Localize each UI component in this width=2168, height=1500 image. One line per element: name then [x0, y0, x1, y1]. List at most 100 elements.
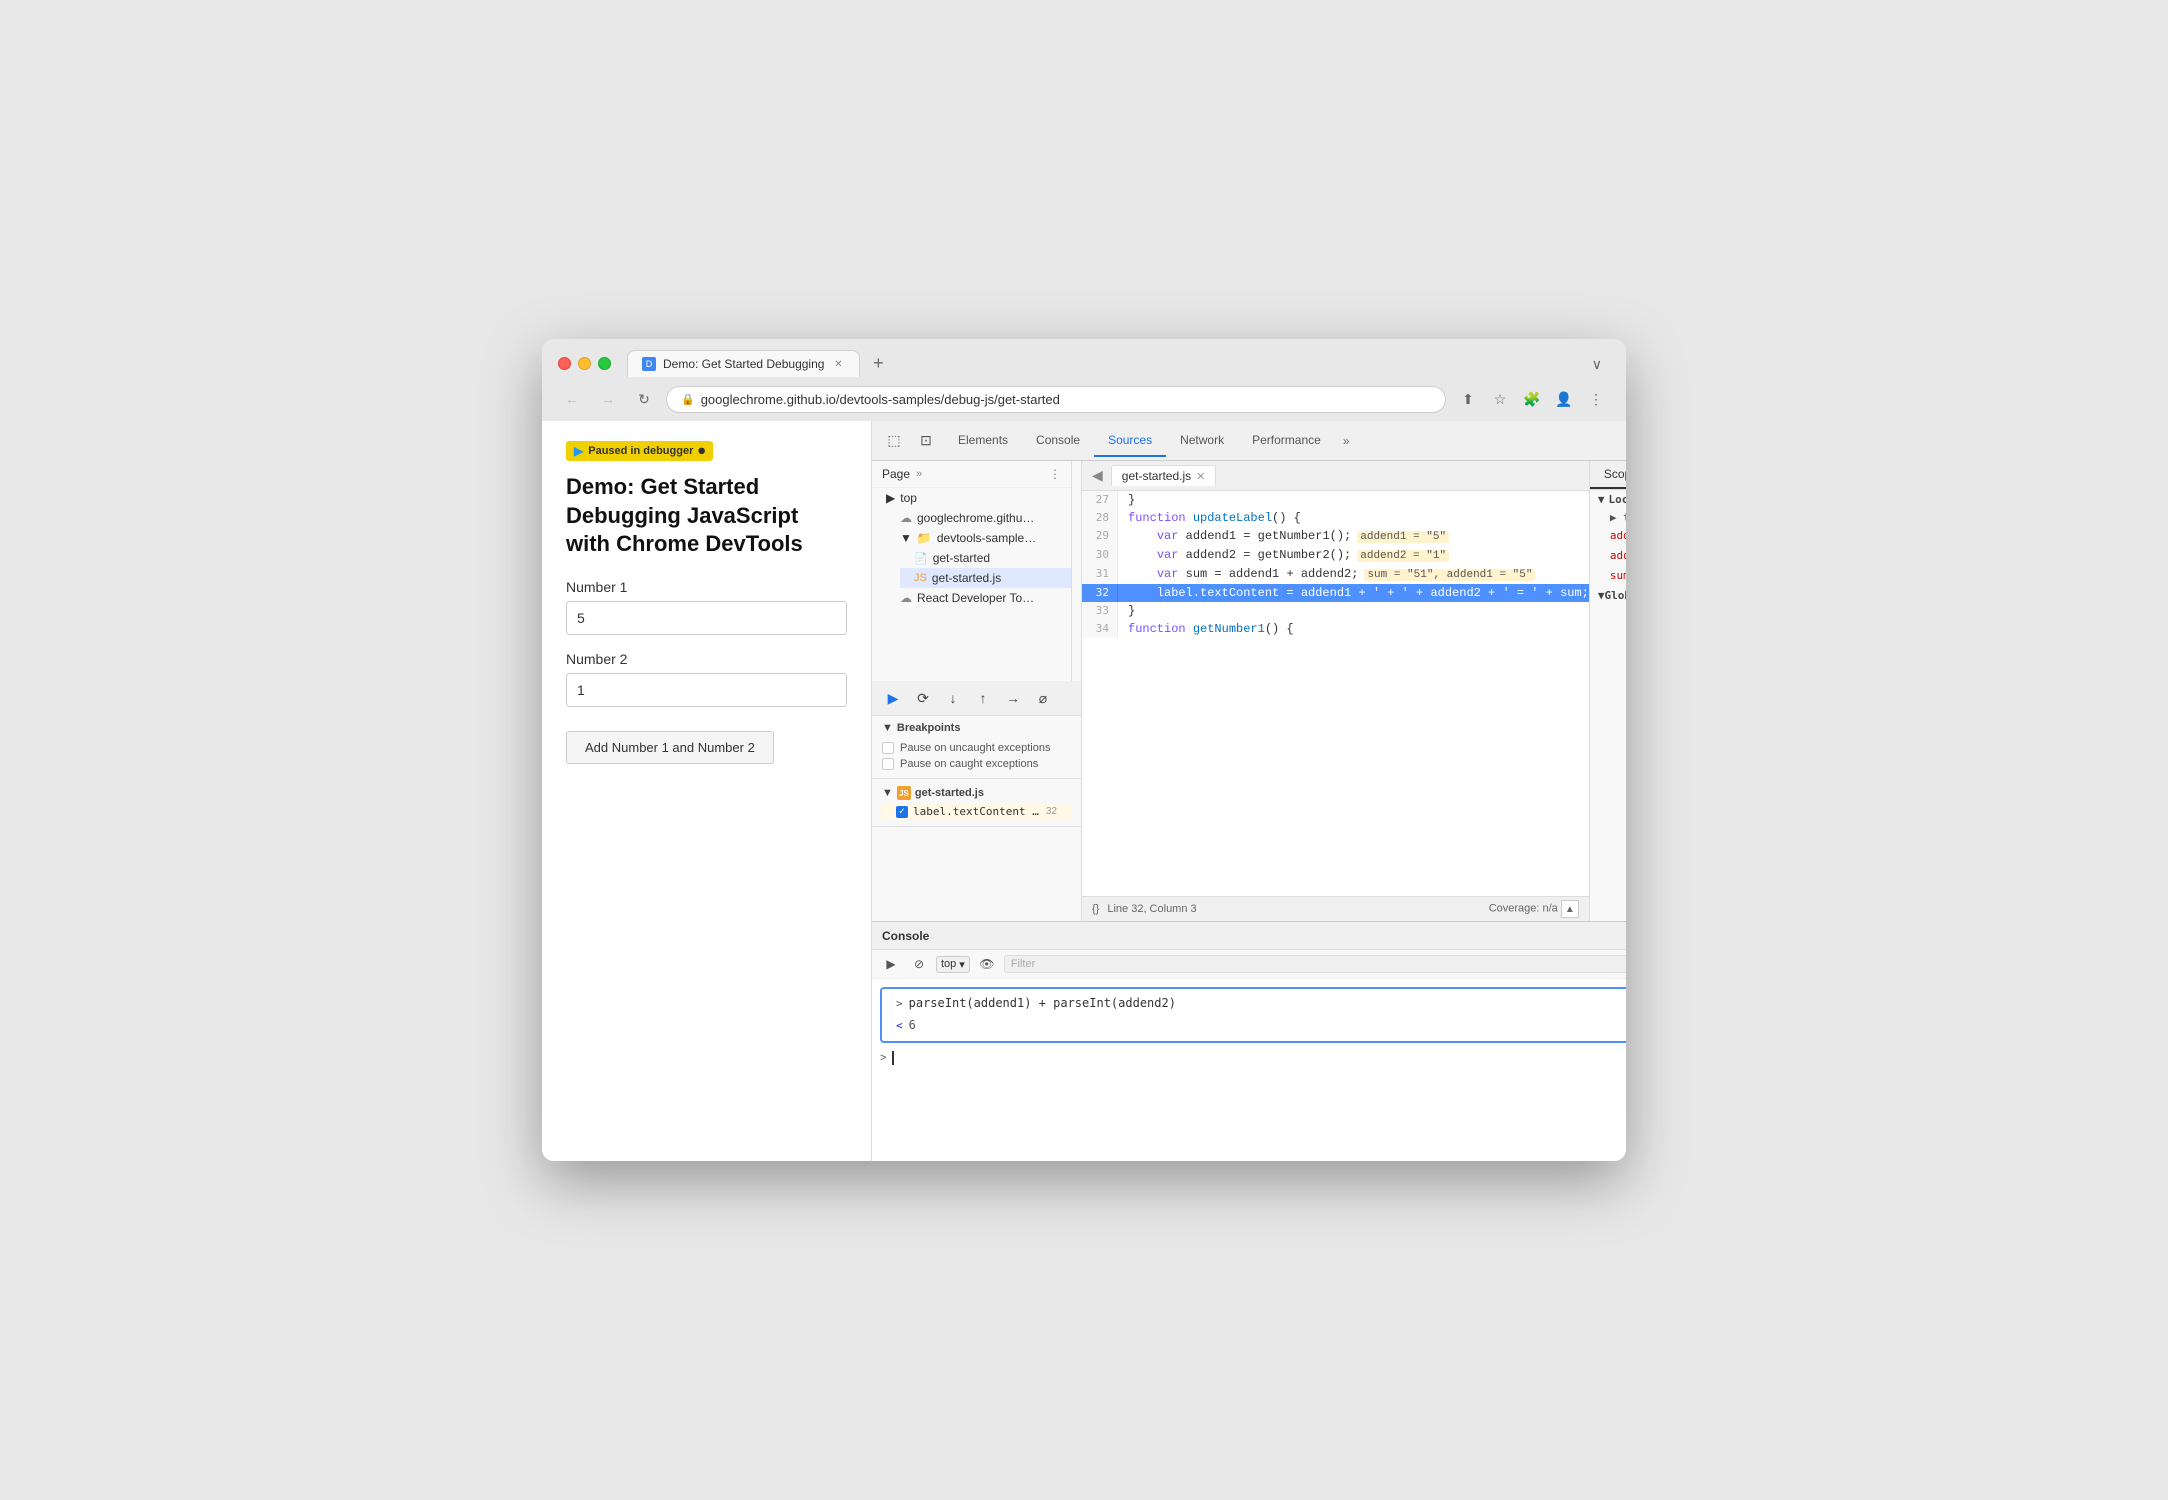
- console-input-line[interactable]: >: [872, 1047, 1626, 1069]
- fbp-header[interactable]: ▼ JS get-started.js: [882, 783, 1071, 803]
- back-button[interactable]: ←: [558, 385, 586, 413]
- maximize-button[interactable]: [598, 357, 611, 370]
- cloud-icon-react: ☁: [900, 591, 912, 605]
- number1-label: Number 1: [566, 579, 847, 595]
- cloud-icon: ☁: [900, 511, 912, 525]
- submit-button[interactable]: Add Number 1 and Number 2: [566, 731, 774, 764]
- new-tab-button[interactable]: +: [864, 349, 892, 377]
- devtools-panel: ⬚ ⊡ Elements Console Sources Network Per…: [872, 421, 1626, 1161]
- line-content-31: var sum = addend1 + addend2;sum = "51", …: [1118, 565, 1589, 584]
- tab-console[interactable]: Console: [1022, 425, 1094, 457]
- number1-group: Number 1: [566, 579, 847, 635]
- console-output-arrow: <: [896, 1018, 903, 1034]
- breakpoints-header[interactable]: ▼ Breakpoints: [882, 722, 1071, 734]
- deactivate-btn[interactable]: ⌀: [1032, 687, 1054, 709]
- scope-sum: sum: "51": [1590, 566, 1626, 586]
- page-tab[interactable]: Page: [882, 467, 910, 481]
- share-button[interactable]: ⬆: [1454, 385, 1482, 413]
- line-content-30: var addend2 = getNumber2();addend2 = "1": [1118, 546, 1589, 565]
- reload-button[interactable]: ↻: [630, 385, 658, 413]
- tab-favicon: D: [642, 357, 656, 371]
- bookmark-button[interactable]: ☆: [1486, 385, 1514, 413]
- bp-pause-uncaught[interactable]: Pause on uncaught exceptions: [882, 740, 1071, 756]
- fbp-entry[interactable]: ✓ label.textContent = addend1 + ' … 32: [882, 803, 1071, 820]
- close-button[interactable]: [558, 357, 571, 370]
- console-context-arrow: ▾: [959, 958, 965, 971]
- editor-file-tab[interactable]: get-started.js ✕: [1111, 465, 1217, 486]
- left-panel: Page » ⋮ ▶ top ☁ googlechrome.githu…: [872, 461, 1082, 921]
- page-title: Demo: Get Started Debugging JavaScript w…: [566, 473, 847, 559]
- tree-item-top[interactable]: ▶ top: [872, 488, 1071, 508]
- step-btn[interactable]: →: [1002, 687, 1024, 709]
- tree-arrow-top: ▶: [886, 491, 895, 505]
- editor-tabs: ◀ get-started.js ✕: [1082, 461, 1589, 491]
- tree-item-get-started-js[interactable]: JS get-started.js: [900, 568, 1071, 588]
- scope-addend2: addend2: "1": [1590, 546, 1626, 566]
- minimize-button[interactable]: [578, 357, 591, 370]
- scope-local-header[interactable]: ▼ Local: [1590, 490, 1626, 509]
- extensions-button[interactable]: 🧩: [1518, 385, 1546, 413]
- scope-this-item: ▶ this: Window: [1590, 509, 1626, 526]
- more-tabs-button[interactable]: »: [1335, 430, 1358, 452]
- tab-bar: D Demo: Get Started Debugging ✕ + ∨: [627, 349, 1610, 377]
- code-line-30: 30 var addend2 = getNumber2();addend2 = …: [1082, 546, 1589, 565]
- console-context-select[interactable]: top ▾: [936, 956, 970, 973]
- console-context-label: top: [941, 958, 956, 970]
- traffic-lights: [558, 357, 611, 370]
- bp-caught-label: Pause on caught exceptions: [900, 758, 1038, 770]
- bp-caught-checkbox[interactable]: [882, 758, 894, 770]
- devtools-device-toolbar[interactable]: ⊡: [912, 427, 940, 455]
- tree-item-label-top: top: [900, 491, 917, 505]
- profile-button[interactable]: 👤: [1550, 385, 1578, 413]
- devtools-select-element[interactable]: ⬚: [880, 427, 908, 455]
- bp-pause-caught[interactable]: Pause on caught exceptions: [882, 756, 1071, 772]
- tab-network[interactable]: Network: [1166, 425, 1238, 457]
- fbp-line-num: 32: [1046, 806, 1057, 817]
- number2-input[interactable]: [566, 673, 847, 707]
- bp-uncaught-checkbox[interactable]: [882, 742, 894, 754]
- console-filter-placeholder: Filter: [1011, 958, 1035, 970]
- breakpoints-label: Breakpoints: [897, 722, 961, 734]
- console-block-btn[interactable]: ⊘: [908, 953, 930, 975]
- console-filter-input[interactable]: Filter: [1004, 955, 1626, 973]
- tree-item-react[interactable]: ☁ React Developer To…: [886, 588, 1071, 608]
- code-line-31: 31 var sum = addend1 + addend2;sum = "51…: [1082, 565, 1589, 584]
- resume-btn[interactable]: ▶: [882, 687, 904, 709]
- scope-global-header[interactable]: ▼ Global Window: [1590, 586, 1626, 605]
- step-over-btn[interactable]: ⟳: [912, 687, 934, 709]
- menu-button[interactable]: ⋮: [1582, 385, 1610, 413]
- editor-tab-close[interactable]: ✕: [1196, 470, 1205, 483]
- tab-scope[interactable]: Scope: [1590, 461, 1626, 489]
- editor-braces-icon: {}: [1092, 903, 1099, 915]
- forward-button[interactable]: →: [594, 385, 622, 413]
- console-run-btn[interactable]: ▶: [880, 953, 902, 975]
- tree-item-label-get-started: get-started: [933, 551, 990, 565]
- fbp-file-icon: JS: [897, 786, 911, 800]
- code-area[interactable]: 27 } 28 function updateLabel() { 29 var …: [1082, 491, 1589, 896]
- tab-elements[interactable]: Elements: [944, 425, 1022, 457]
- tree-item-devtools[interactable]: ▼ 📁 devtools-sample…: [886, 528, 1071, 548]
- number1-input[interactable]: [566, 601, 847, 635]
- tab-list-button[interactable]: ∨: [1584, 352, 1610, 377]
- browser-content: ▶ Paused in debugger ⏺ Demo: Get Started…: [542, 421, 1626, 1161]
- tab-close-button[interactable]: ✕: [831, 357, 845, 371]
- address-field[interactable]: 🔒 googlechrome.github.io/devtools-sample…: [666, 386, 1446, 413]
- tree-item-googlechrome[interactable]: ☁ googlechrome.githu…: [886, 508, 1071, 528]
- editor-tab-prev[interactable]: ◀: [1088, 467, 1107, 484]
- console-eye-btn[interactable]: 👁: [976, 953, 998, 975]
- step-out-btn[interactable]: ↑: [972, 687, 994, 709]
- file-tree-more[interactable]: »: [916, 468, 922, 480]
- file-tree-menu[interactable]: ⋮: [1049, 467, 1061, 481]
- tab-performance[interactable]: Performance: [1238, 425, 1335, 457]
- step-into-btn[interactable]: ↓: [942, 687, 964, 709]
- file-tree: Page » ⋮ ▶ top ☁ googlechrome.githu…: [872, 461, 1072, 681]
- coverage-toggle[interactable]: ▲: [1561, 900, 1579, 918]
- editor-line-col: Line 32, Column 3: [1107, 903, 1196, 915]
- active-tab[interactable]: D Demo: Get Started Debugging ✕: [627, 350, 860, 377]
- tree-item-get-started[interactable]: 📄 get-started: [900, 548, 1071, 568]
- line-content-34: function getNumber1() {: [1118, 620, 1589, 638]
- scope-global-arrow: ▼: [1598, 589, 1605, 602]
- coverage-text: Coverage: n/a: [1489, 903, 1558, 915]
- line-content-28: function updateLabel() {: [1118, 509, 1589, 527]
- tab-sources[interactable]: Sources: [1094, 425, 1166, 457]
